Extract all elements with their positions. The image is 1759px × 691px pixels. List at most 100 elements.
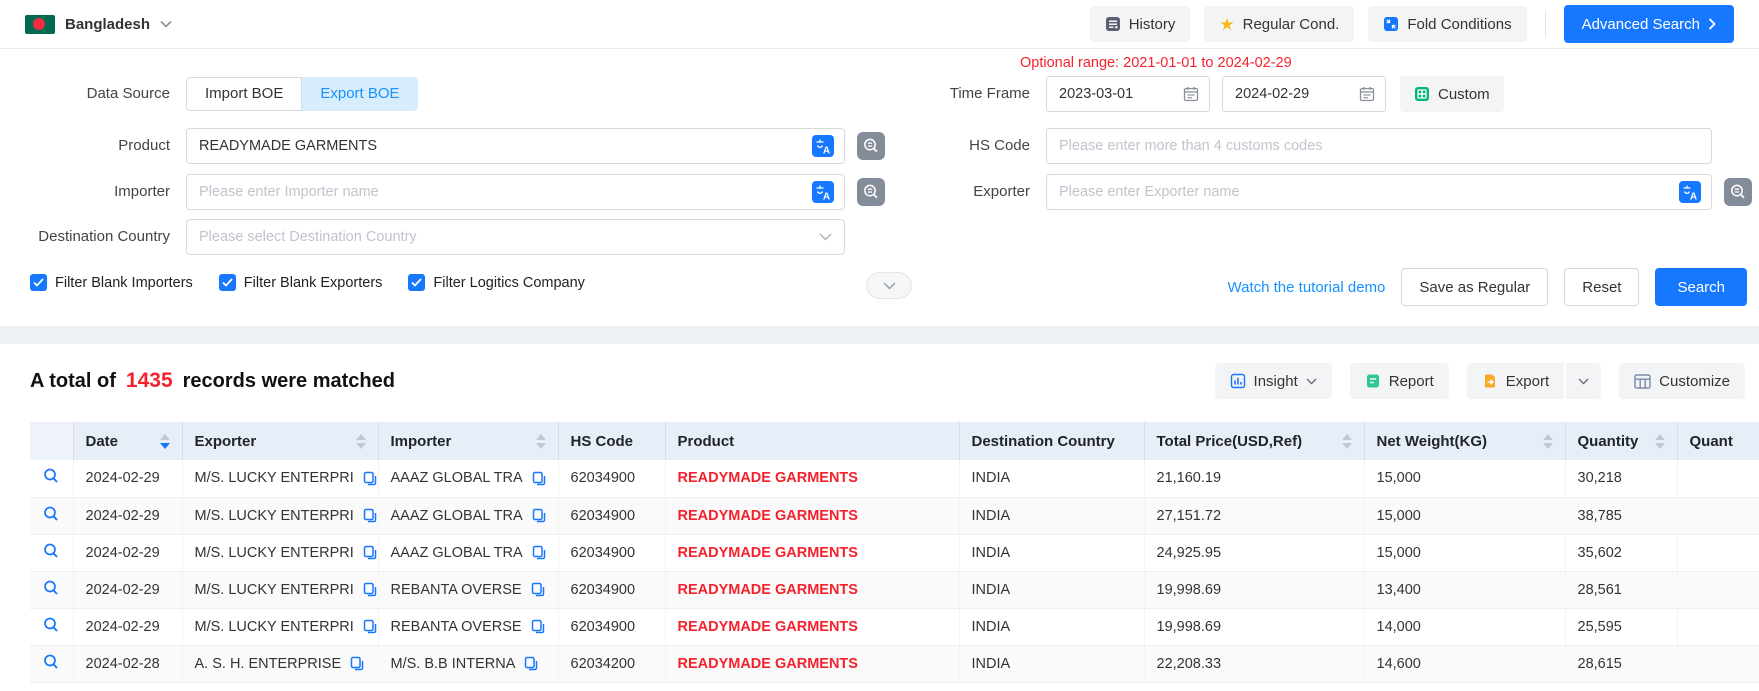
expand-conditions-button[interactable] — [866, 272, 912, 299]
col-total-price[interactable]: Total Price(USD,Ref) — [1144, 422, 1364, 460]
col-quantity[interactable]: Quantity — [1565, 422, 1677, 460]
tab-export-boe[interactable]: Export BOE — [302, 77, 417, 111]
copy-icon[interactable] — [532, 508, 546, 523]
col-exporter[interactable]: Exporter — [182, 422, 378, 460]
sort-icon[interactable] — [348, 434, 366, 449]
sort-icon[interactable] — [1535, 434, 1553, 449]
destination-select[interactable]: Please select Destination Country — [186, 219, 845, 255]
hs-code-cell: 62034900 — [558, 497, 665, 534]
history-icon — [1105, 16, 1121, 32]
product-cell: READYMADE GARMENTS — [665, 571, 959, 608]
product-input[interactable] — [186, 128, 845, 164]
tutorial-link[interactable]: Watch the tutorial demo — [1228, 279, 1386, 296]
col-importer[interactable]: Importer — [378, 422, 558, 460]
history-button[interactable]: History — [1090, 6, 1191, 42]
table-row: 2024-02-28 A. S. H. ENTERPRISE M/S. B.B … — [30, 645, 1759, 682]
calendar-icon — [1359, 86, 1375, 102]
destination-cell: INDIA — [959, 497, 1144, 534]
hs-code-cell: 62034900 — [558, 571, 665, 608]
translate-icon[interactable]: A — [812, 135, 834, 157]
copy-icon[interactable] — [524, 656, 538, 671]
copy-icon[interactable] — [531, 582, 545, 597]
exporter-cell: M/S. LUCKY ENTERPRI — [182, 497, 378, 534]
col-net-weight[interactable]: Net Weight(KG) — [1364, 422, 1565, 460]
checkbox-filter-blank-importers[interactable]: Filter Blank Importers — [30, 274, 193, 291]
destination-label: Destination Country — [0, 219, 170, 255]
search-button[interactable]: Search — [1655, 268, 1747, 306]
quantity-cell: 38,785 — [1565, 497, 1677, 534]
importer-input[interactable] — [186, 174, 845, 210]
net-weight-cell: 15,000 — [1364, 460, 1565, 497]
regular-cond-button[interactable]: ★ Regular Cond. — [1204, 6, 1354, 42]
product-label: Product — [0, 128, 170, 164]
destination-cell: INDIA — [959, 534, 1144, 571]
view-detail-icon[interactable] — [42, 505, 60, 523]
results-actions: Insight Report Export — [1215, 363, 1745, 399]
checkbox-filter-logitics-company[interactable]: Filter Logitics Company — [408, 274, 585, 291]
product-cell: READYMADE GARMENTS — [665, 534, 959, 571]
destination-cell: INDIA — [959, 460, 1144, 497]
exporter-input[interactable] — [1046, 174, 1712, 210]
quantity-unit-cell — [1677, 608, 1759, 645]
copy-icon[interactable] — [531, 619, 545, 634]
fuzzy-match-icon[interactable] — [1724, 178, 1752, 206]
copy-icon[interactable] — [363, 471, 377, 486]
copy-icon[interactable] — [532, 471, 546, 486]
date-cell: 2024-02-29 — [73, 534, 182, 571]
hs-code-cell: 62034900 — [558, 460, 665, 497]
total-price-cell: 21,160.19 — [1144, 460, 1364, 497]
tab-import-boe[interactable]: Import BOE — [186, 77, 302, 111]
records-count: 1435 — [126, 369, 173, 393]
reset-button[interactable]: Reset — [1564, 268, 1639, 306]
checkbox-checked-icon — [408, 274, 425, 291]
report-button[interactable]: Report — [1350, 363, 1449, 399]
svg-text:A: A — [823, 146, 830, 157]
view-detail-icon[interactable] — [42, 467, 60, 485]
importer-cell: AAAZ GLOBAL TRA — [378, 460, 558, 497]
form-row-importer: Importer A Exporter A — [0, 174, 1759, 210]
quantity-unit-cell — [1677, 534, 1759, 571]
search-form: Optional range: 2021-01-01 to 2024-02-29… — [0, 50, 1759, 326]
copy-icon[interactable] — [532, 545, 546, 560]
table-row: 2024-02-29 M/S. LUCKY ENTERPRI AAAZ GLOB… — [30, 497, 1759, 534]
col-date[interactable]: Date — [73, 422, 182, 460]
insight-button[interactable]: Insight — [1215, 363, 1332, 399]
view-detail-icon[interactable] — [42, 542, 60, 560]
net-weight-cell: 13,400 — [1364, 571, 1565, 608]
divider — [1545, 11, 1546, 37]
copy-icon[interactable] — [363, 508, 377, 523]
view-detail-icon[interactable] — [42, 616, 60, 634]
importer-cell: AAAZ GLOBAL TRA — [378, 497, 558, 534]
copy-icon[interactable] — [363, 619, 377, 634]
country-selector[interactable]: Bangladesh — [25, 15, 172, 34]
view-detail-icon[interactable] — [42, 579, 60, 597]
sort-icon[interactable] — [528, 434, 546, 449]
translate-icon[interactable]: A — [1679, 181, 1701, 203]
country-name: Bangladesh — [65, 16, 150, 33]
sort-icon[interactable] — [1334, 434, 1352, 449]
total-price-cell: 27,151.72 — [1144, 497, 1364, 534]
net-weight-cell: 14,000 — [1364, 608, 1565, 645]
hs-code-cell: 62034200 — [558, 645, 665, 682]
customize-button[interactable]: Customize — [1619, 363, 1745, 399]
product-cell: READYMADE GARMENTS — [665, 608, 959, 645]
hs-code-input[interactable] — [1046, 128, 1712, 164]
translate-icon[interactable]: A — [812, 181, 834, 203]
sort-icon[interactable] — [152, 434, 170, 449]
view-detail-icon[interactable] — [42, 653, 60, 671]
copy-icon[interactable] — [363, 545, 377, 560]
save-as-regular-button[interactable]: Save as Regular — [1401, 268, 1548, 306]
quantity-cell: 25,595 — [1565, 608, 1677, 645]
fold-conditions-button[interactable]: Fold Conditions — [1368, 6, 1526, 42]
custom-range-button[interactable]: Custom — [1400, 76, 1504, 112]
advanced-search-button[interactable]: Advanced Search — [1564, 5, 1734, 43]
checkbox-filter-blank-exporters[interactable]: Filter Blank Exporters — [219, 274, 383, 291]
export-button[interactable]: Export — [1467, 363, 1564, 399]
export-dropdown-button[interactable] — [1566, 363, 1601, 399]
copy-icon[interactable] — [363, 582, 377, 597]
exporter-cell: M/S. LUCKY ENTERPRI — [182, 534, 378, 571]
copy-icon[interactable] — [350, 656, 364, 671]
date-start-input[interactable]: 2023-03-01 — [1046, 76, 1210, 112]
sort-icon[interactable] — [1647, 434, 1665, 449]
date-end-input[interactable]: 2024-02-29 — [1222, 76, 1386, 112]
